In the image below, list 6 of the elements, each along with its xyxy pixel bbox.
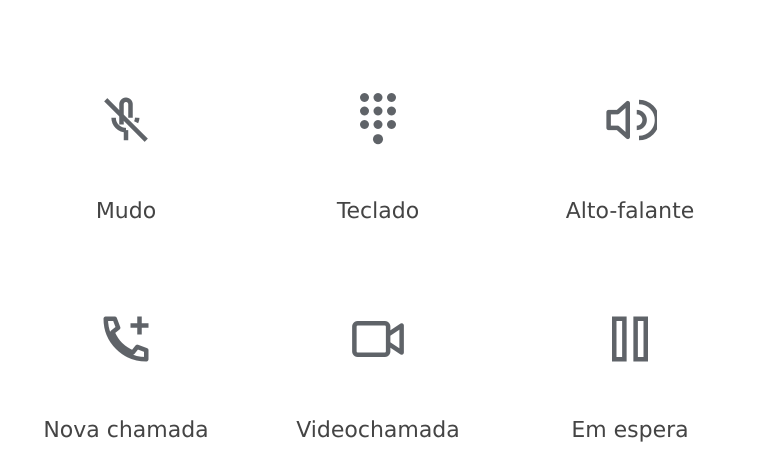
call-control-button[interactable]: Teclado (252, 93, 504, 224)
call-control-button[interactable]: Videochamada (252, 312, 504, 443)
call-control-button[interactable]: Em espera (504, 312, 756, 443)
call-control-button[interactable]: Nova chamada (0, 312, 252, 443)
call-control-button[interactable]: Mudo (0, 93, 252, 224)
call-control-button[interactable]: Alto-falante (504, 93, 756, 224)
